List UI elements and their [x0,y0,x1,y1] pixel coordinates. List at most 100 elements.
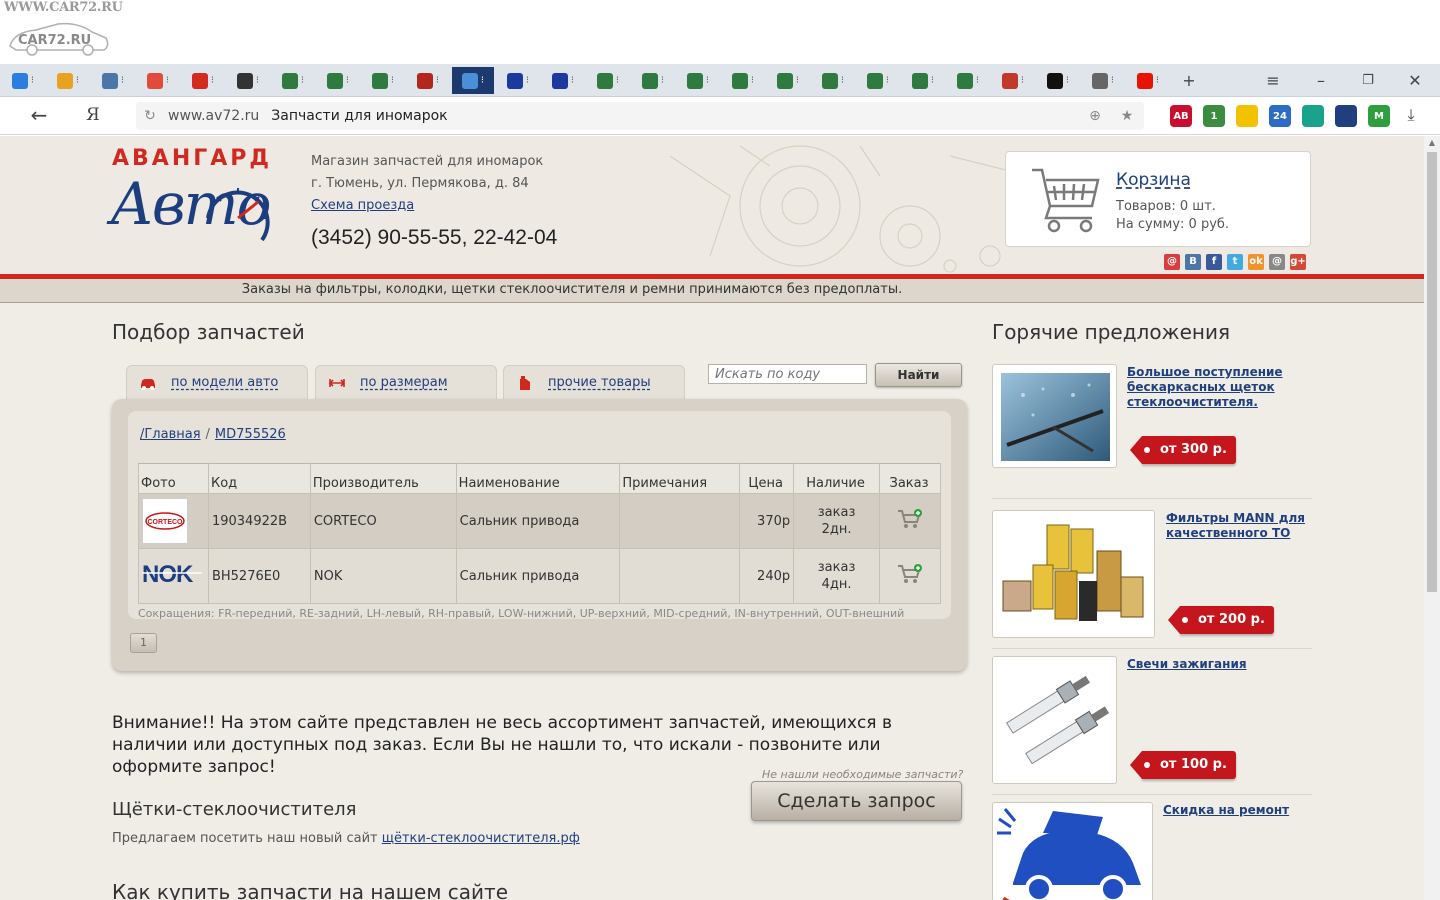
facebook-icon[interactable]: f [1206,254,1222,270]
offer-wipers-link[interactable]: Большое поступление бескаркасных щеток с… [1127,365,1287,410]
browser-tab[interactable]: ⁝ [1127,67,1169,94]
car-icon [326,72,343,89]
shield-icon[interactable]: 1 [1203,105,1225,127]
map-link[interactable]: Схема проезда [311,198,414,213]
restore-button[interactable]: ❐ [1355,68,1381,92]
nok-logo[interactable]: NOK [142,561,202,588]
download-icon[interactable] [1335,105,1357,127]
url-field[interactable]: ↻ www.av72.ru Запчасти для иномарок ⊕ ★ [136,102,1144,130]
offer-filters-image[interactable] [992,510,1155,638]
bookmark-star-icon[interactable]: ★ [1118,107,1136,125]
close-window-button[interactable]: ✕ [1402,68,1428,92]
search-button[interactable]: Найти [875,363,962,387]
browser-tab[interactable]: ⁝ [677,67,719,94]
tab-overflow-icon: ⁝ [1155,75,1160,86]
tab-by-size[interactable]: по размерам [315,365,497,399]
add-to-cart-icon[interactable] [896,508,924,530]
car-icon [821,72,838,89]
adblock-icon[interactable]: AB [1170,105,1192,127]
tab-overflow-icon: ⁝ [570,75,575,86]
browser-tab[interactable]: ⁝ [452,67,494,94]
browser-tab[interactable]: ⁝ [992,67,1034,94]
offer-plugs-link[interactable]: Свечи зажигания [1127,657,1267,672]
tab-overflow-icon: ⁝ [705,75,710,86]
price-cell: 370р [739,493,795,549]
mail-ru-icon[interactable]: @ [1164,254,1180,270]
breadcrumb-home-link[interactable]: /Главная [140,427,201,442]
offer-filters-link[interactable]: Фильтры MANN для качественного ТО [1166,511,1306,541]
translate-icon[interactable]: ⊕ [1086,107,1104,125]
browser-tab[interactable]: ⁝ [2,67,44,94]
reload-icon[interactable]: ↻ [136,108,164,124]
browser-tab[interactable]: ⁝ [542,67,584,94]
browser-tab[interactable]: ⁝ [137,67,179,94]
browser-tab[interactable]: ⁝ [182,67,224,94]
browser-tab[interactable]: ⁝ [947,67,989,94]
browser-tab[interactable]: ⁝ [632,67,674,94]
price-cell: 240р [739,548,795,604]
tab-overflow-icon: ⁝ [390,75,395,86]
google-plus-icon[interactable]: g+ [1290,254,1306,270]
col-photo: Фото [138,463,209,494]
page-scrollbar[interactable]: ▲ [1424,136,1440,900]
cart-widget: Корзина Товаров: 0 шт. На сумму: 0 руб. [1005,151,1311,247]
offer-plugs-price: от 100 р. [1130,751,1236,779]
pagination-page[interactable]: 1 [130,633,157,653]
browser-tab[interactable]: ⁝ [812,67,854,94]
new-tab-button[interactable]: + [1176,68,1202,92]
scroll-up-arrow-icon[interactable]: ▲ [1424,136,1440,150]
yandex-icon[interactable]: Я [86,105,106,127]
odnoklassniki-icon[interactable]: ok [1248,254,1264,270]
watermark-car-logo: CAR72.RU [9,22,109,56]
make-request-button[interactable]: Сделать запрос [751,781,962,821]
browser-menu-icon[interactable]: ≡ [1260,68,1286,92]
tab-overflow-icon: ⁝ [1110,75,1115,86]
browser-tab[interactable]: ⁝ [407,67,449,94]
car-icon [866,72,883,89]
moimir-icon[interactable]: @ [1269,254,1285,270]
howto-title: Как купить запчасти на нашем сайте [112,880,508,900]
search-code-input[interactable] [708,364,867,384]
tab-by-model-label: по модели авто [171,375,279,390]
browser-tab[interactable]: ⁝ [227,67,269,94]
browser-tab[interactable]: ⁝ [47,67,89,94]
scroll-thumb[interactable] [1427,152,1437,592]
browser-tab[interactable]: ⁝ [272,67,314,94]
browser-tab[interactable]: ⁝ [497,67,539,94]
browser-tab[interactable]: ⁝ [362,67,404,94]
bulb-icon[interactable] [1236,105,1258,127]
back-arrow-icon[interactable]: ← [26,105,52,127]
browser-tab[interactable]: ⁝ [587,67,629,94]
downloads-icon[interactable]: ⤓ [1398,105,1424,127]
offer-repair-image[interactable] [992,802,1153,900]
browser-tab[interactable]: ⁝ [722,67,764,94]
minimize-button[interactable]: – [1308,68,1334,92]
tab-by-model[interactable]: по модели авто [126,365,308,399]
browser-tab[interactable]: ⁝ [317,67,359,94]
browser-tab[interactable]: ⁝ [1082,67,1124,94]
breadcrumb-current-link[interactable]: MD755526 [215,427,286,442]
offer-repair-link[interactable]: Скидка на ремонт [1163,803,1303,818]
wipers-site-link[interactable]: щётки-стеклоочистителя.рф [382,831,580,846]
twitter-icon[interactable]: t [1227,254,1243,270]
vk-icon[interactable]: В [1185,254,1201,270]
offer-plugs-image[interactable] [992,656,1117,784]
browser-tab[interactable]: ⁝ [767,67,809,94]
metro-icon[interactable]: M [1368,105,1390,127]
corteco-logo[interactable]: CORTECO [142,498,188,544]
counter-icon[interactable]: 24 [1269,105,1291,127]
car-icon [641,72,658,89]
camera-icon[interactable] [1302,105,1324,127]
logo-top-text[interactable]: АВАНГАРД [112,146,272,171]
browser-tab[interactable]: ⁝ [1037,67,1079,94]
offer-wipers-image[interactable] [992,364,1117,468]
tab-overflow-icon: ⁝ [255,75,260,86]
browser-tab[interactable]: ⁝ [92,67,134,94]
add-to-cart-icon[interactable] [896,563,924,585]
browser-tab[interactable]: ⁝ [857,67,899,94]
cart-link[interactable]: Корзина [1116,170,1191,190]
tab-overflow-icon: ⁝ [210,75,215,86]
browser-tab[interactable]: ⁝ [902,67,944,94]
flag-icon [1046,72,1063,89]
tab-other-goods[interactable]: прочие товары [503,365,685,399]
